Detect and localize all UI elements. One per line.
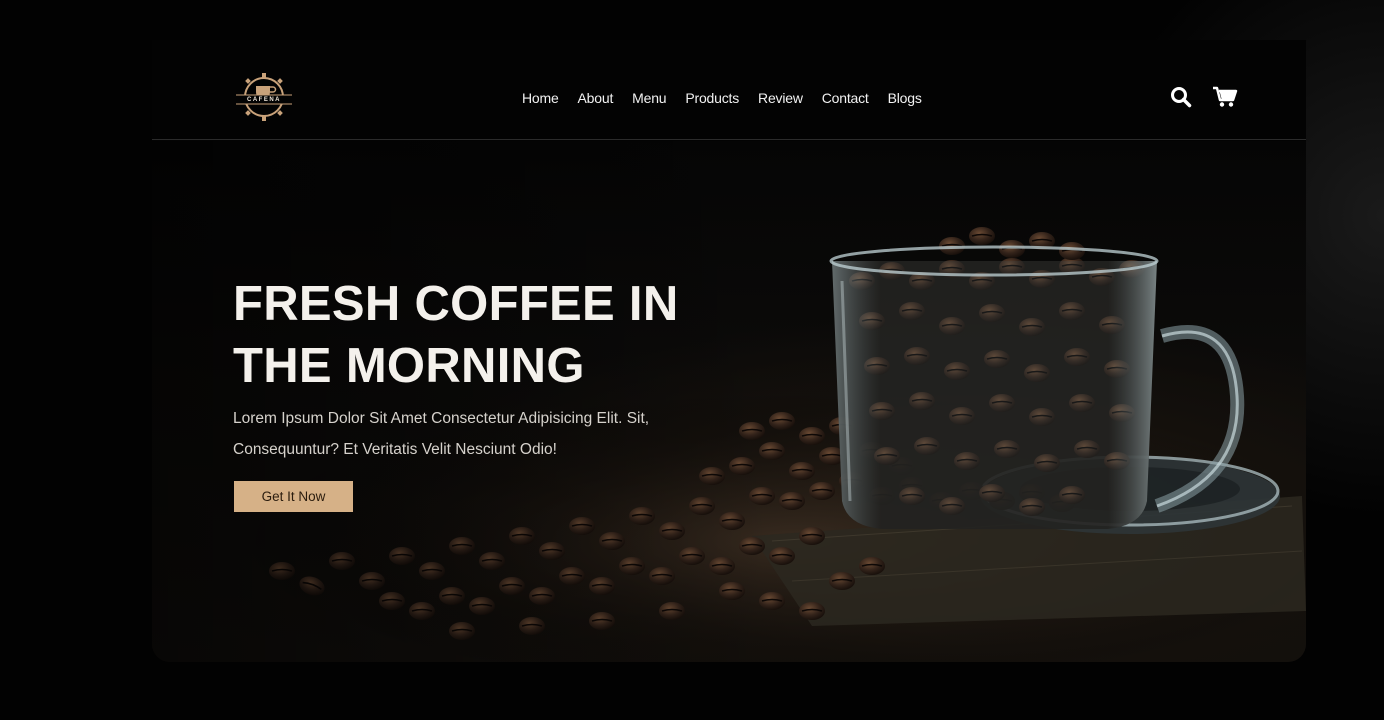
navbar: CAFENA Home About Menu Products Review C… (152, 40, 1306, 140)
nav-home[interactable]: Home (522, 90, 559, 106)
browser-viewport: CAFENA Home About Menu Products Review C… (0, 0, 1384, 720)
nav-menu[interactable]: Menu (632, 90, 666, 106)
nav-blogs[interactable]: Blogs (888, 90, 922, 106)
hero-title-line1: FRESH COFFEE IN (233, 277, 679, 331)
coffee-website: CAFENA Home About Menu Products Review C… (152, 40, 1306, 662)
hero-text-overlay (152, 141, 772, 662)
hero-description-line2: Consequuntur? Et Veritatis Velit Nesciun… (233, 441, 557, 458)
hero-section: FRESH COFFEE IN THE MORNING Lorem Ipsum … (152, 141, 1306, 662)
nav-about[interactable]: About (578, 90, 614, 106)
cafena-logo[interactable]: CAFENA (232, 70, 296, 124)
hero-title-line2: THE MORNING (233, 339, 585, 393)
hero-description: Lorem Ipsum Dolor Sit Amet Consectetur A… (233, 403, 713, 465)
logo-text: CAFENA (247, 97, 281, 103)
nav-review[interactable]: Review (758, 90, 803, 106)
shopping-cart-icon[interactable] (1212, 86, 1238, 108)
get-it-now-button[interactable]: Get It Now (234, 481, 353, 512)
hero-title: FRESH COFFEE IN THE MORNING (233, 273, 753, 397)
nav-icon-group (1170, 86, 1238, 108)
main-nav: Home About Menu Products Review Contact … (522, 90, 922, 106)
hero-description-line1: Lorem Ipsum Dolor Sit Amet Consectetur A… (233, 410, 650, 427)
nav-products[interactable]: Products (685, 90, 739, 106)
search-icon[interactable] (1170, 86, 1192, 108)
nav-contact[interactable]: Contact (822, 90, 869, 106)
